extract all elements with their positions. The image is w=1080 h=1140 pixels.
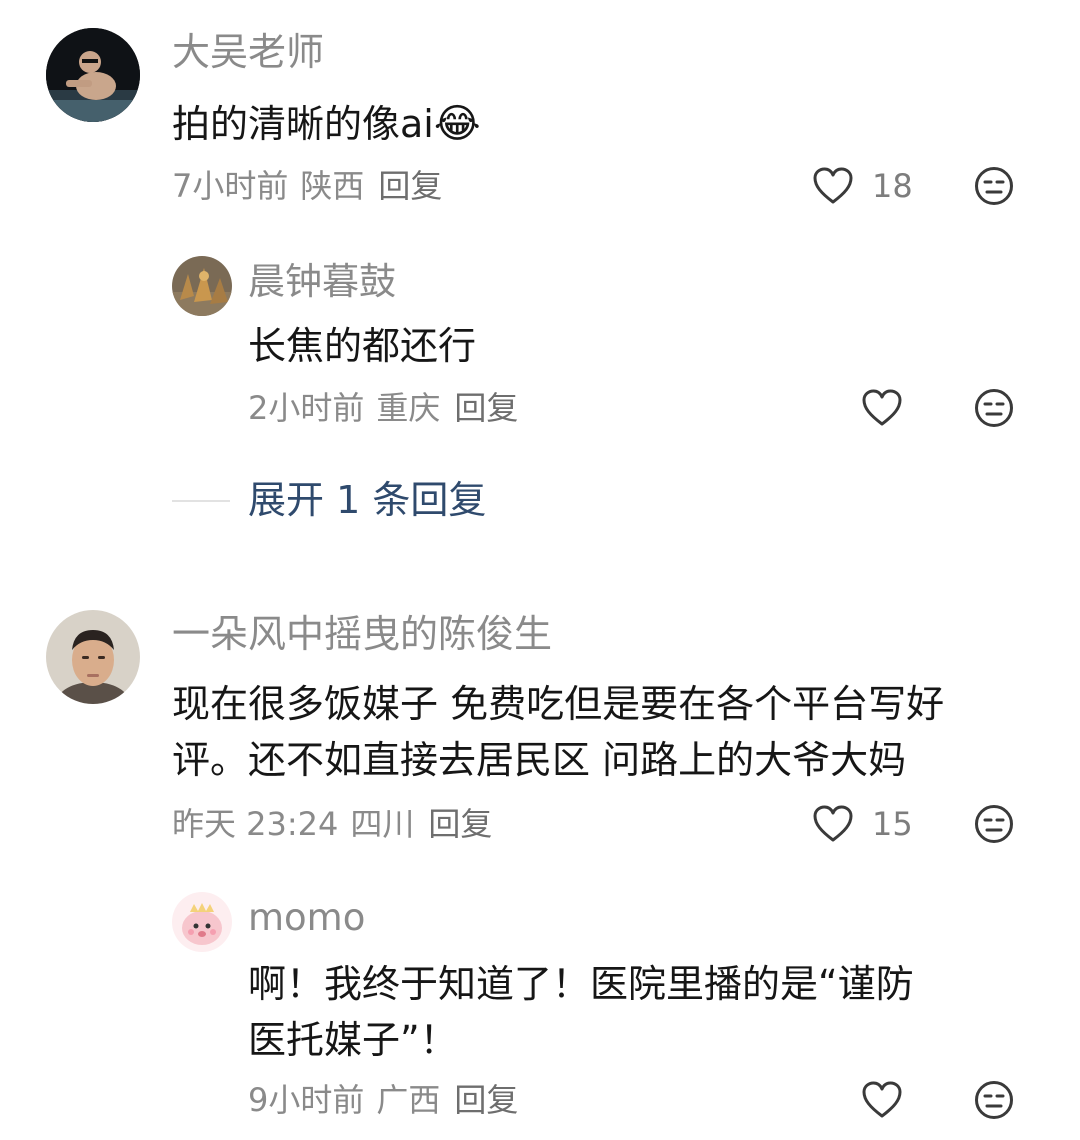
avatar[interactable] xyxy=(46,610,140,704)
neutral-face-icon xyxy=(975,389,1013,427)
neutral-face-icon xyxy=(975,1081,1013,1119)
reply-text: 长焦的都还行 xyxy=(248,324,477,368)
like-button[interactable] xyxy=(812,166,854,206)
pink-cartoon-avatar-icon xyxy=(172,892,232,952)
comment-location: 陕西 xyxy=(300,167,365,205)
reply-time: 2小时前 xyxy=(248,389,365,427)
heart-icon xyxy=(862,1081,902,1118)
comment-time: 昨天 23:24 xyxy=(172,805,339,843)
comment-text-line-2: 评。还不如直接去居民区 问路上的大爷大妈 xyxy=(172,738,907,782)
reply-button[interactable]: 回复 xyxy=(378,167,442,205)
reply-location: 重庆 xyxy=(376,389,441,427)
heart-icon xyxy=(813,805,853,842)
reply-username[interactable]: 晨钟暮鼓 xyxy=(248,258,396,306)
comment-text-line-1: 现在很多饭媒子 免费吃但是要在各个平台写好 xyxy=(172,682,945,726)
dislike-button[interactable] xyxy=(974,388,1014,428)
reply-button[interactable]: 回复 xyxy=(454,1081,518,1119)
like-count: 15 xyxy=(872,805,913,843)
dislike-button[interactable] xyxy=(974,1080,1014,1120)
comment-location: 四川 xyxy=(350,805,415,843)
comment-meta: 昨天 23:24 四川 回复 xyxy=(172,804,492,844)
like-button[interactable] xyxy=(861,1080,903,1120)
like-button[interactable] xyxy=(812,804,854,844)
neutral-face-icon xyxy=(975,805,1013,843)
like-count: 18 xyxy=(872,167,913,205)
heart-icon xyxy=(862,389,902,426)
reply-avatar[interactable] xyxy=(172,256,232,316)
statue-photo-avatar-icon xyxy=(172,256,232,316)
reply-text-line-1: 啊！我终于知道了！医院里播的是“谨防 xyxy=(248,962,914,1006)
dislike-button[interactable] xyxy=(974,166,1014,206)
reply-time: 9小时前 xyxy=(248,1081,365,1119)
person-in-pool-avatar-icon xyxy=(46,28,140,122)
comment-text-content: 拍的清晰的像ai xyxy=(172,102,434,146)
avatar[interactable] xyxy=(46,28,140,122)
comment-username[interactable]: 大吴老师 xyxy=(172,28,324,76)
comment-username[interactable]: 一朵风中摇曳的陈俊生 xyxy=(172,610,552,658)
comment-time: 7小时前 xyxy=(172,167,289,205)
reply-text-line-2: 医托媒子”！ xyxy=(248,1018,458,1062)
reply-username[interactable]: momo xyxy=(248,894,365,942)
reply-button[interactable]: 回复 xyxy=(428,805,492,843)
reply-location: 广西 xyxy=(376,1081,441,1119)
heart-icon xyxy=(813,167,853,204)
comment-text: 拍的清晰的像ai😂 xyxy=(172,96,481,152)
expand-divider xyxy=(172,500,230,502)
expand-replies-button[interactable]: 展开 1 条回复 xyxy=(248,476,486,524)
neutral-face-icon xyxy=(975,167,1013,205)
dislike-button[interactable] xyxy=(974,804,1014,844)
laughing-crying-emoji-icon: 😂 xyxy=(433,101,481,147)
like-button[interactable] xyxy=(861,388,903,428)
reply-meta: 9小时前 广西 回复 xyxy=(248,1080,518,1120)
reply-button[interactable]: 回复 xyxy=(454,389,518,427)
reply-avatar[interactable] xyxy=(172,892,232,952)
reply-meta: 2小时前 重庆 回复 xyxy=(248,388,518,428)
comment-meta: 7小时前 陕西 回复 xyxy=(172,166,442,206)
man-portrait-avatar-icon xyxy=(46,610,140,704)
